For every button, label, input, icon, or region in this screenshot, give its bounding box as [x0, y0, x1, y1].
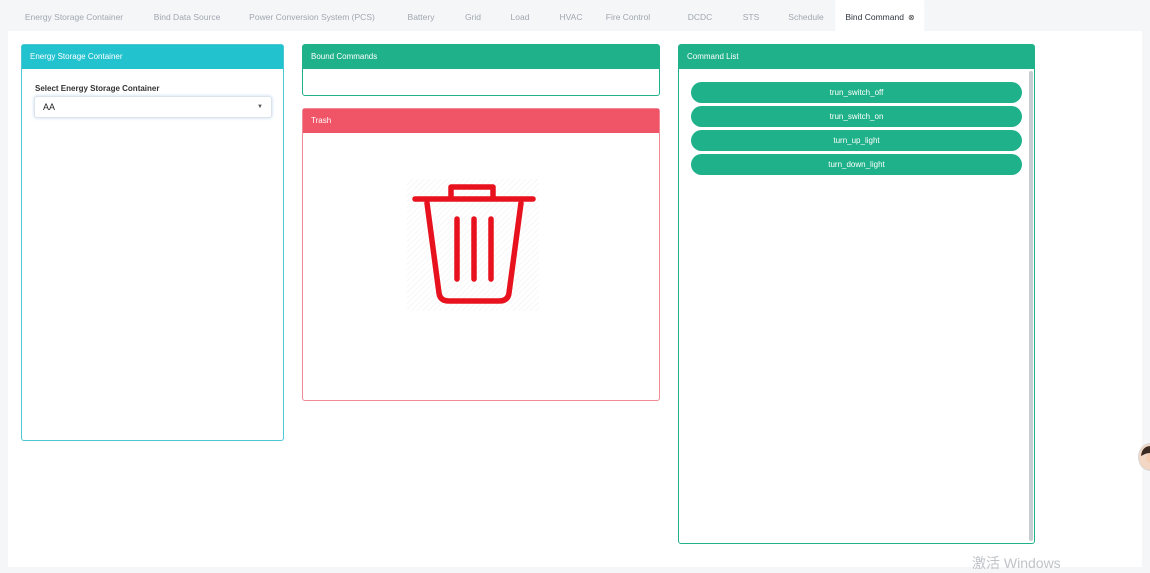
panel-title: Command List	[679, 45, 1034, 69]
tab-bind-command[interactable]: Bind Command ⊗	[835, 0, 925, 31]
avatar-icon	[1139, 444, 1150, 470]
scrollbar[interactable]	[1029, 71, 1033, 541]
select-container-label: Select Energy Storage Container	[35, 84, 160, 93]
close-icon[interactable]: ⊗	[908, 13, 915, 22]
trash-panel[interactable]: Trash	[302, 108, 660, 401]
command-item[interactable]: trun_switch_on	[691, 106, 1022, 127]
bound-commands-panel[interactable]: Bound Commands	[302, 44, 660, 96]
tab-bind-data-source[interactable]: Bind Data Source	[154, 0, 221, 32]
command-item[interactable]: trun_switch_off	[691, 82, 1022, 103]
tab-dcdc[interactable]: DCDC	[688, 0, 713, 32]
chevron-down-icon: ▼	[257, 104, 263, 110]
windows-activation-watermark: 激活 Windows	[972, 555, 1061, 571]
command-item[interactable]: turn_up_light	[691, 130, 1022, 151]
tab-bind-command-label: Bind Command	[845, 12, 904, 22]
tab-schedule[interactable]: Schedule	[788, 0, 823, 32]
tab-sts[interactable]: STS	[743, 0, 760, 32]
command-list-panel: Command List trun_switch_off trun_switch…	[678, 44, 1035, 544]
tab-energy-storage-container[interactable]: Energy Storage Container	[25, 0, 123, 32]
panel-title: Energy Storage Container	[22, 45, 283, 69]
tab-hvac[interactable]: HVAC	[560, 0, 583, 32]
panel-title: Trash	[303, 109, 659, 133]
tab-load[interactable]: Load	[511, 0, 530, 32]
energy-storage-container-panel: Energy Storage Container Select Energy S…	[21, 44, 284, 441]
tab-battery[interactable]: Battery	[408, 0, 435, 32]
tab-fire-control[interactable]: Fire Control	[606, 0, 650, 32]
tab-pcs[interactable]: Power Conversion System (PCS)	[249, 0, 375, 32]
command-item[interactable]: turn_down_light	[691, 154, 1022, 175]
container-select-value: AA	[43, 102, 56, 112]
trash-icon	[407, 179, 539, 311]
tab-bar: Energy Storage Container Bind Data Sourc…	[0, 0, 1150, 32]
panel-title: Bound Commands	[303, 45, 659, 69]
tab-grid[interactable]: Grid	[465, 0, 481, 32]
container-select[interactable]: AA ▼	[34, 96, 272, 118]
